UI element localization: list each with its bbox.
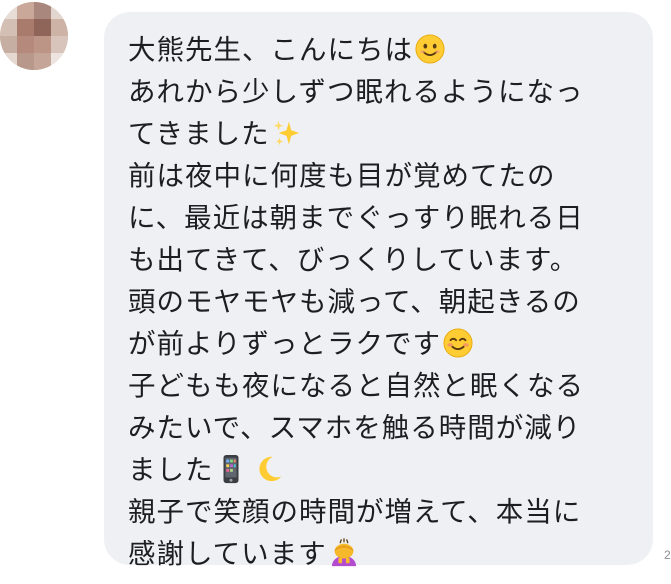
avatar[interactable] xyxy=(0,2,68,70)
relieved-smile-emoji-icon xyxy=(443,328,473,358)
message-line: 感謝しています xyxy=(128,533,643,575)
message-line: が前よりずっとラクです xyxy=(128,323,643,365)
message-line: 頭のモヤモヤも減って、朝起きるの xyxy=(128,281,643,323)
message-line-text: も出てきて、びっくりしています。 xyxy=(128,244,579,276)
message-line-text: 親子で笑顔の時間が増えて、本当に xyxy=(128,496,582,528)
message-line: ました xyxy=(128,449,643,491)
message-line: あれから少しずつ眠れるようになっ xyxy=(128,71,643,113)
sparkles-emoji-icon xyxy=(272,118,302,148)
message-line-text: が前よりずっとラクです xyxy=(128,328,441,360)
message-line-text: てきました xyxy=(128,118,270,150)
message-line: 子どもも夜になると自然と眠くなる xyxy=(128,365,643,407)
crescent-moon-emoji-icon xyxy=(254,454,284,484)
message-line-text: 前は夜中に何度も目が覚めてたの xyxy=(128,160,556,192)
message-line: も出てきて、びっくりしています。 xyxy=(128,239,643,281)
message-line-text: 頭のモヤモヤも減って、朝起きるの xyxy=(128,286,581,318)
message-line-text: みたいで、スマホを触る時間が減り xyxy=(128,412,582,444)
message-line-text: あれから少しずつ眠れるようになっ xyxy=(128,76,584,108)
mobile-phone-emoji-icon xyxy=(216,454,246,484)
message-line-text: に、最近は朝までぐっすり眠れる日 xyxy=(128,202,584,234)
message-line: に、最近は朝までぐっすり眠れる日 xyxy=(128,197,643,239)
message-line: 親子で笑顔の時間が増えて、本当に xyxy=(128,491,643,533)
bowing-person-emoji-icon xyxy=(329,538,359,568)
message-line: てきました xyxy=(128,113,643,155)
message-bubble[interactable]: 大熊先生、こんにちは あれから少しずつ眠れるようになっ てきました 前は夜中に何… xyxy=(104,12,653,570)
message-line: 大熊先生、こんにちは xyxy=(128,29,643,71)
smiling-face-emoji-icon xyxy=(415,34,445,64)
message-line-text: 大熊先生、こんにちは xyxy=(128,34,413,66)
message-line-text: 感謝しています xyxy=(128,538,327,570)
chat-view: 大熊先生、こんにちは あれから少しずつ眠れるようになっ てきました 前は夜中に何… xyxy=(0,0,671,584)
message-timestamp: 2 xyxy=(664,548,671,562)
message-line-text: ました xyxy=(128,454,214,486)
message-line-text: 子どもも夜になると自然と眠くなる xyxy=(128,370,584,402)
message-line: 前は夜中に何度も目が覚めてたの xyxy=(128,155,643,197)
message-line: みたいで、スマホを触る時間が減り xyxy=(128,407,643,449)
